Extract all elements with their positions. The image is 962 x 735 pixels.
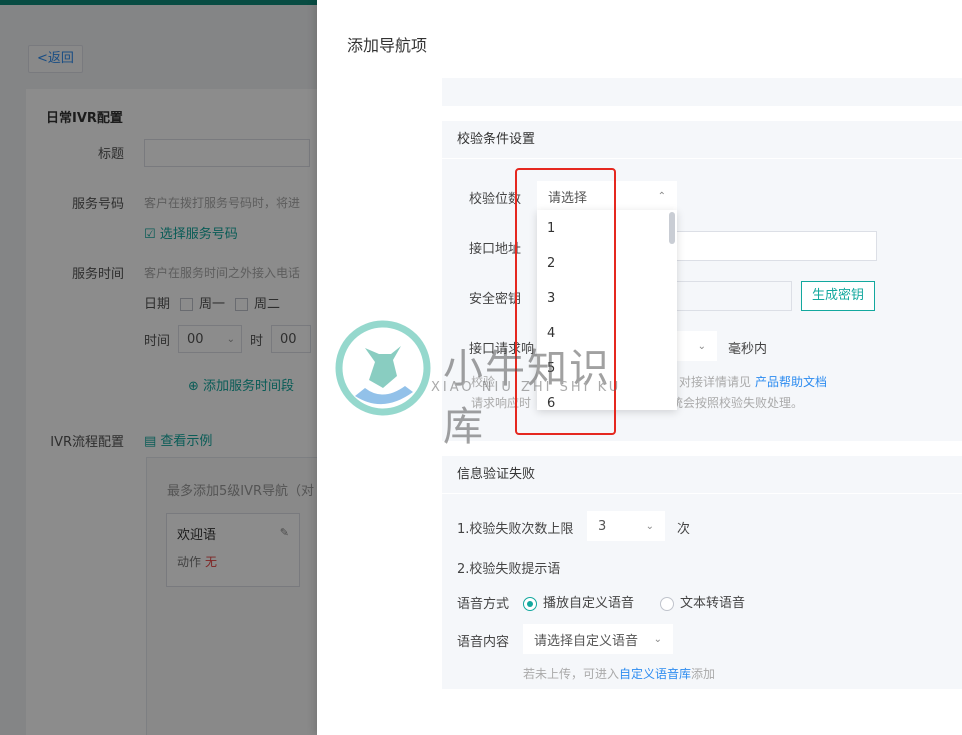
chevron-up-icon: ⌃ xyxy=(657,190,666,202)
chevron-down-icon: ⌄ xyxy=(645,520,654,532)
secret-input[interactable] xyxy=(672,281,792,311)
voice-content-placeholder: 请选择自定义语音 xyxy=(534,633,639,649)
api-url-input[interactable] xyxy=(672,231,877,261)
generate-key-button[interactable]: 生成密钥 xyxy=(801,281,876,311)
modal-overlay[interactable] xyxy=(0,0,317,735)
custom-voice-library-link[interactable]: 自定义语音库 xyxy=(619,667,691,681)
fail-limit-unit: 次 xyxy=(677,522,691,537)
timeout-unit: 毫秒内 xyxy=(728,342,768,357)
secret-label: 安全密钥 xyxy=(469,292,522,307)
dropdown-scrollbar[interactable] xyxy=(669,212,675,244)
verify-fail-panel: 信息验证失败 1.校验失败次数上限 3 ⌄ 次 2.校验失败提示语 语音方式 播放… xyxy=(442,456,962,689)
voice-option-custom[interactable]: 播放自定义语音 xyxy=(523,592,634,611)
fail-limit-select[interactable]: 3 ⌄ xyxy=(587,511,665,541)
voice-option-tts[interactable]: 文本转语音 xyxy=(660,592,745,611)
fail-section-header: 信息验证失败 xyxy=(442,456,962,494)
digits-label: 校验位数 xyxy=(469,192,522,207)
voice-content-label: 语音内容 xyxy=(457,635,510,650)
fail-limit-value: 3 xyxy=(598,518,607,534)
radio-unchecked-icon[interactable] xyxy=(660,596,674,611)
api-label: 接口地址 xyxy=(469,242,522,257)
fail-prompt-label: 2.校验失败提示语 xyxy=(457,562,561,577)
drawer-title: 添加导航项 xyxy=(347,36,428,55)
verify-section-header: 校验条件设置 xyxy=(442,121,962,159)
fail-limit-label: 1.校验失败次数上限 xyxy=(457,522,574,537)
radio-checked-icon[interactable] xyxy=(523,596,537,611)
voice-mode-label: 语音方式 xyxy=(457,597,510,612)
chevron-down-icon: ⌄ xyxy=(697,340,706,352)
help-doc-link[interactable]: 产品帮助文档 xyxy=(755,375,827,389)
timeout-select[interactable]: ⌄ xyxy=(672,331,717,361)
chevron-down-icon: ⌄ xyxy=(653,633,662,645)
voice-content-select[interactable]: 请选择自定义语音 ⌄ xyxy=(523,624,673,654)
previous-section-panel xyxy=(442,78,962,106)
upload-hint: 若未上传，可进入自定义语音库添加 xyxy=(523,667,716,681)
highlight-annotation-box xyxy=(515,168,616,435)
